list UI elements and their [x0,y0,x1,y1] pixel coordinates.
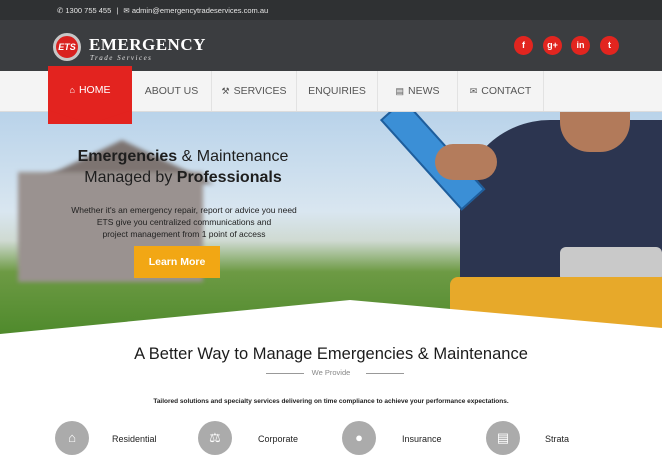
newspaper-icon: ▤ [395,86,404,96]
facebook-icon[interactable]: f [514,36,533,55]
service-insurance[interactable]: Insurance [402,434,442,444]
nav-enquiries[interactable]: ENQUIRIES [297,71,378,111]
nav-news-label: NEWS [408,85,440,97]
service-strata[interactable]: Strata [545,434,569,444]
nav-about-label: ABOUT US [144,85,199,97]
hero-text-line: project management from 1 point of acces… [102,229,266,239]
section-title: A Better Way to Manage Emergencies & Mai… [134,345,528,363]
nav-about-us[interactable]: ABOUT US [132,71,212,111]
hero-title-plain-2: Managed by [84,169,173,186]
hero-title-bold-1: Emergencies [77,148,178,165]
logo-tagline: Trade Services [90,54,153,62]
logo-name: EMERGENCY [89,35,206,54]
nav-contact-label: CONTACT [481,85,532,97]
top-contact-bar: ✆ 1300 755 455 | ✉ admin@emergencytrades… [0,0,662,20]
phone-number[interactable]: 1300 755 455 [65,6,111,15]
building-icon[interactable]: ▤ [486,421,520,455]
worker-hand-image [435,144,497,180]
section-description: Tailored solutions and specialty service… [153,398,509,405]
logo-mark: ETS [53,33,81,61]
hero-text-line: Whether it's an emergency repair, report… [71,205,297,215]
section-subtitle: We Provide [311,368,351,377]
google-plus-icon[interactable]: g+ [543,36,562,55]
contact-divider: | [116,6,119,15]
hero-title-bold-2: Professionals [176,169,282,186]
learn-more-button[interactable]: Learn More [134,246,220,278]
home-icon: ⌂ [69,85,75,95]
email-link[interactable]: admin@emergencytradeservices.com.au [132,6,268,15]
linkedin-icon[interactable]: in [571,36,590,55]
phone-icon: ✆ [57,6,64,15]
hero-title-rest-1: & Maintenance [181,148,289,165]
twitter-icon[interactable]: t [600,36,619,55]
people-icon[interactable]: ● [342,421,376,455]
nav-home-text: ⌂ HOME [48,84,132,96]
subtitle-divider-right [366,373,404,374]
service-residential[interactable]: Residential [112,434,157,444]
nav-news[interactable]: ▤ NEWS [378,71,458,111]
nav-services[interactable]: ⚒ SERVICES [212,71,297,111]
hero-text-line: ETS give you centralized communications … [96,217,272,227]
hero-description: Whether it's an emergency repair, report… [55,204,313,240]
nav-contact[interactable]: ✉ CONTACT [458,71,544,111]
hero-bottom-curve [0,300,662,338]
nav-home[interactable]: ⌂ HOME [48,66,132,124]
contact-info: ✆ 1300 755 455 | ✉ admin@emergencytrades… [57,6,268,15]
envelope-icon: ✉ [123,6,130,15]
nav-services-label: SERVICES [233,85,287,97]
home-icon[interactable]: ⌂ [55,421,89,455]
envelope-icon: ✉ [469,86,478,96]
bank-icon[interactable]: ⚖ [198,421,232,455]
nav-home-label: HOME [78,84,111,96]
hero-title: Emergencies & Maintenance Managed by Pro… [48,146,318,188]
service-corporate[interactable]: Corporate [258,434,298,444]
nav-enquiries-label: ENQUIRIES [308,85,366,97]
wrench-icon: ⚒ [221,86,230,96]
header-brand-bar: ETS EMERGENCY Trade Services f g+ in t [0,20,662,71]
